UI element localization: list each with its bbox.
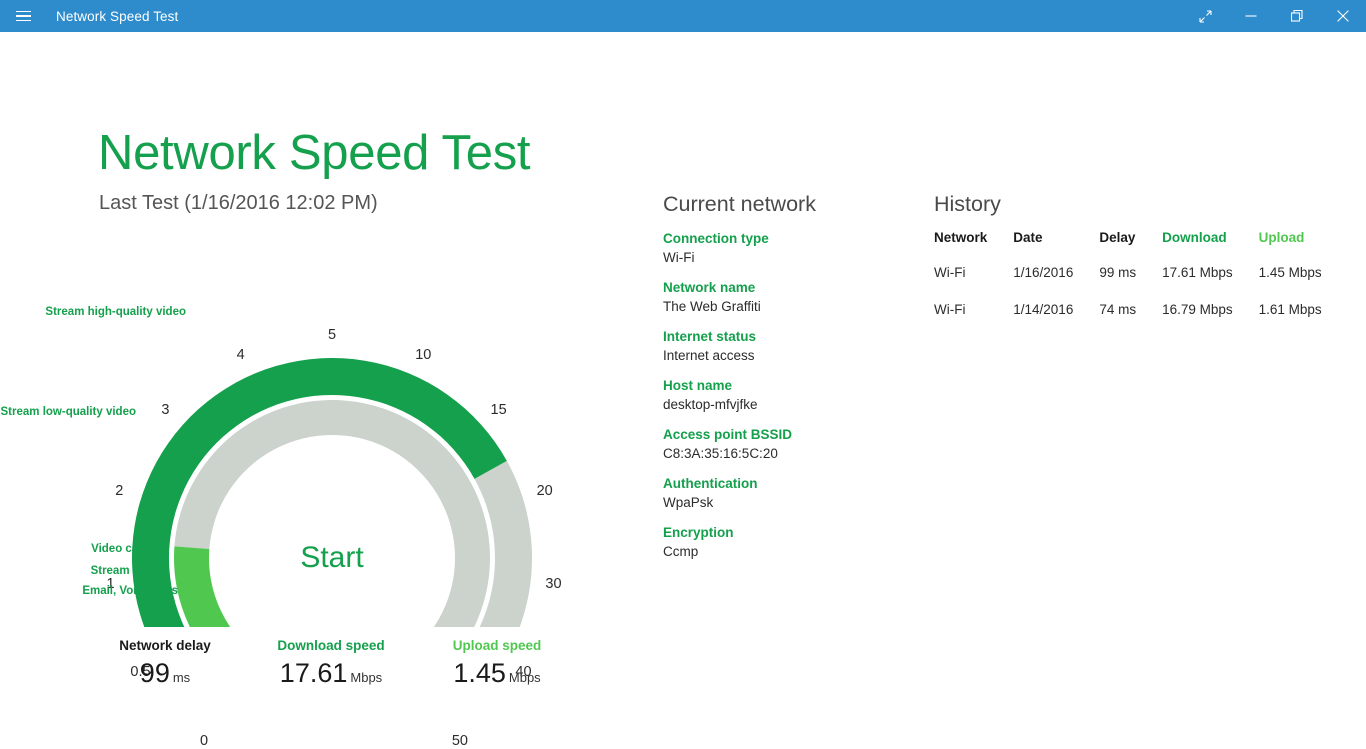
gauge-category-label: Email, Voice calls — [82, 585, 178, 597]
hamburger-bar — [16, 20, 31, 22]
gauge-category-label: Stream high-quality video — [45, 306, 186, 318]
network-info-row: Host namedesktop-mfvjfke — [663, 377, 816, 414]
history-table-head: NetworkDateDelayDownloadUpload — [934, 230, 1348, 265]
history-table-body: Wi-Fi1/16/201699 ms17.61 Mbps1.45 MbpsWi… — [934, 265, 1348, 339]
gauge-tick-label: 50 — [452, 733, 468, 749]
history-cell: 1.61 Mbps — [1259, 302, 1348, 339]
gauge-tick-label: 5 — [328, 327, 336, 343]
expand-arrows-icon — [1199, 10, 1212, 23]
readout-value: 99 — [140, 658, 170, 688]
speed-gauge: 00.512345101520304050 Stream high-qualit… — [0, 217, 640, 627]
gauge-category-label: Video calls — [91, 543, 151, 555]
minimize-icon — [1245, 10, 1257, 22]
readout-value-row: 17.61Mbps — [277, 658, 384, 693]
gauge-tick-label: 2 — [115, 483, 123, 499]
history-header-row: NetworkDateDelayDownloadUpload — [934, 230, 1348, 265]
close-button[interactable] — [1320, 0, 1366, 32]
readout-unit: ms — [173, 670, 190, 685]
hamburger-icon[interactable] — [0, 0, 46, 32]
readout-label: Network delay — [119, 637, 211, 655]
network-info-value: The Web Graffiti — [663, 297, 816, 316]
network-info-value: desktop-mfvjfke — [663, 395, 816, 414]
current-network-heading: Current network — [663, 192, 816, 217]
network-info-key: Network name — [663, 279, 816, 297]
history-cell: 99 ms — [1099, 265, 1162, 302]
window-title: Network Speed Test — [56, 9, 178, 24]
network-info-row: EncryptionCcmp — [663, 524, 816, 561]
current-network-panel: Current network Connection typeWi-Fi Netw… — [663, 192, 816, 573]
readouts-row: Network delay 99ms Download speed 17.61M… — [0, 637, 640, 707]
history-column-header: Upload — [1259, 230, 1348, 265]
restore-icon — [1291, 10, 1303, 22]
gauge-category-label: Stream low-quality video — [1, 406, 136, 418]
history-cell: 74 ms — [1099, 302, 1162, 339]
readout-value: 17.61 — [280, 658, 348, 688]
page-title: Network Speed Test — [98, 129, 530, 178]
history-column-header: Date — [1013, 230, 1099, 265]
readout-label: Download speed — [277, 637, 384, 655]
network-info-value: WpaPsk — [663, 493, 816, 512]
gauge-tick-label: 3 — [161, 402, 169, 418]
network-info-key: Internet status — [663, 328, 816, 346]
gauge-category-label: Stream music — [91, 565, 166, 577]
upload-value-arc — [174, 546, 261, 627]
title-bar: Network Speed Test — [0, 0, 1366, 32]
hamburger-bar — [16, 11, 31, 13]
restore-button[interactable] — [1274, 0, 1320, 32]
network-info-value: Internet access — [663, 346, 816, 365]
history-cell: 1/14/2016 — [1013, 302, 1099, 339]
history-cell: 1/16/2016 — [1013, 265, 1099, 302]
network-info-key: Access point BSSID — [663, 426, 816, 444]
gauge-tick-label: 10 — [415, 347, 431, 363]
history-heading: History — [934, 192, 1348, 217]
start-button[interactable]: Start — [286, 537, 377, 579]
readout-unit: Mbps — [509, 670, 541, 685]
history-panel: History NetworkDateDelayDownloadUpload W… — [934, 192, 1348, 339]
readout-value-row: 99ms — [119, 658, 211, 693]
history-cell: 16.79 Mbps — [1162, 302, 1259, 339]
close-icon — [1337, 10, 1349, 22]
history-cell: Wi-Fi — [934, 302, 1013, 339]
readout-unit: Mbps — [350, 670, 382, 685]
readout-value-row: 1.45Mbps — [453, 658, 542, 693]
history-column-header: Delay — [1099, 230, 1162, 265]
network-info-value: Wi-Fi — [663, 248, 816, 267]
readout-label: Upload speed — [453, 637, 542, 655]
history-cell: Wi-Fi — [934, 265, 1013, 302]
network-info-key: Connection type — [663, 230, 816, 248]
gauge-tick-label: 30 — [545, 576, 561, 592]
fullscreen-button[interactable] — [1182, 0, 1228, 32]
gauge-tick-label: 0 — [200, 733, 208, 749]
readout-upload-speed: Upload speed 1.45Mbps — [453, 637, 542, 693]
network-info-row: Access point BSSIDC8:3A:35:16:5C:20 — [663, 426, 816, 463]
history-column-header: Download — [1162, 230, 1259, 265]
network-info-row: Internet statusInternet access — [663, 328, 816, 365]
table-row[interactable]: Wi-Fi1/16/201699 ms17.61 Mbps1.45 Mbps — [934, 265, 1348, 302]
current-network-rows: Connection typeWi-Fi Network nameThe Web … — [663, 230, 816, 561]
readout-download-speed: Download speed 17.61Mbps — [277, 637, 384, 693]
last-test-subtitle: Last Test (1/16/2016 12:02 PM) — [99, 192, 378, 215]
gauge-column: Network Speed Test Last Test (1/16/2016 … — [0, 32, 640, 738]
network-info-row: AuthenticationWpaPsk — [663, 475, 816, 512]
network-info-row: Connection typeWi-Fi — [663, 230, 816, 267]
network-info-key: Host name — [663, 377, 816, 395]
network-info-key: Encryption — [663, 524, 816, 542]
history-cell: 17.61 Mbps — [1162, 265, 1259, 302]
network-info-value: C8:3A:35:16:5C:20 — [663, 444, 816, 463]
hamburger-bar — [16, 15, 31, 17]
minimize-button[interactable] — [1228, 0, 1274, 32]
network-info-value: Ccmp — [663, 542, 816, 561]
network-info-row: Network nameThe Web Graffiti — [663, 279, 816, 316]
gauge-tick-label: 4 — [237, 347, 245, 363]
gauge-tick-label: 20 — [537, 483, 553, 499]
gauge-tick-label: 15 — [491, 402, 507, 418]
table-row[interactable]: Wi-Fi1/14/201674 ms16.79 Mbps1.61 Mbps — [934, 302, 1348, 339]
history-column-header: Network — [934, 230, 1013, 265]
readout-value: 1.45 — [453, 658, 506, 688]
readout-network-delay: Network delay 99ms — [119, 637, 211, 693]
page-body: Network Speed Test Last Test (1/16/2016 … — [0, 32, 1366, 738]
network-info-key: Authentication — [663, 475, 816, 493]
history-table: NetworkDateDelayDownloadUpload Wi-Fi1/16… — [934, 230, 1348, 339]
history-cell: 1.45 Mbps — [1259, 265, 1348, 302]
